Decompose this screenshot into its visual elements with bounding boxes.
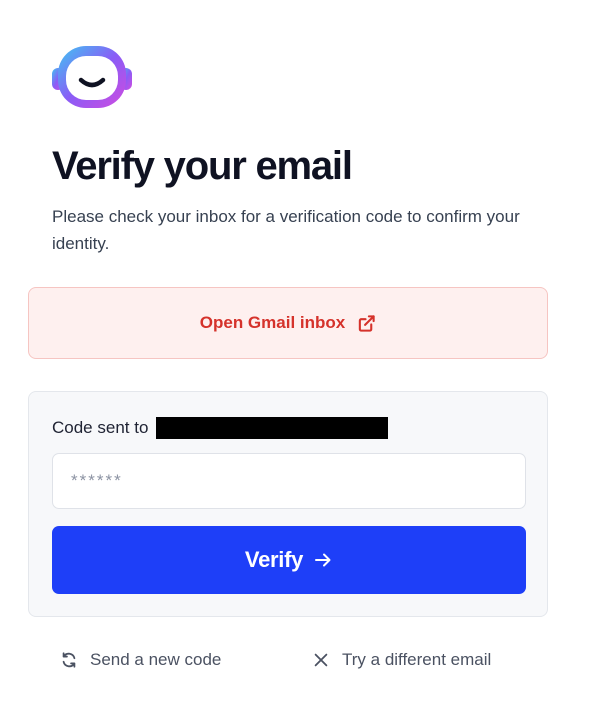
send-new-code-link[interactable]: Send a new code bbox=[60, 650, 221, 670]
app-logo-icon bbox=[52, 46, 132, 108]
verify-button[interactable]: Verify bbox=[52, 526, 526, 594]
send-new-code-label: Send a new code bbox=[90, 650, 222, 669]
try-different-email-link[interactable]: Try a different email bbox=[312, 650, 491, 670]
close-icon bbox=[314, 653, 328, 667]
refresh-icon bbox=[62, 652, 76, 668]
code-sent-label: Code sent to bbox=[52, 418, 149, 437]
open-gmail-button[interactable]: Open Gmail inbox bbox=[28, 287, 548, 359]
arrow-right-icon bbox=[315, 553, 331, 567]
verification-code-card: Code sent to Verify bbox=[28, 391, 548, 617]
try-different-email-label: Try a different email bbox=[342, 650, 492, 669]
external-link-icon bbox=[359, 314, 375, 332]
page-subtitle: Please check your inbox for a verificati… bbox=[52, 207, 520, 253]
open-gmail-label: Open Gmail inbox bbox=[199, 313, 346, 332]
page-title: Verify your email bbox=[52, 144, 353, 188]
redacted-email bbox=[156, 417, 389, 439]
verification-code-input[interactable] bbox=[52, 453, 526, 509]
code-sent-row: Code sent to bbox=[52, 417, 389, 439]
verify-button-label: Verify bbox=[244, 547, 304, 572]
